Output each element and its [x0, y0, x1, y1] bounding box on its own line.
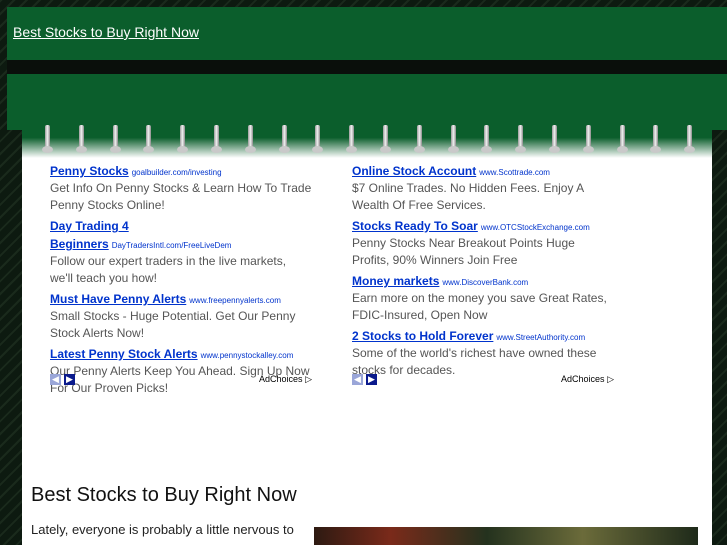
- next-arrow-icon[interactable]: ▶: [64, 374, 75, 385]
- site-header: Best Stocks to Buy Right Now: [7, 7, 727, 60]
- spiral-ring: [549, 125, 560, 153]
- spiral-ring: [244, 125, 256, 153]
- ad-item[interactable]: Online Stock Account www.Scottrade.com $7…: [352, 162, 614, 214]
- ad-nav-left: ◀ ▶ AdChoices ▷: [50, 374, 312, 386]
- ad-nav-right: ◀ ▶ AdChoices ▷: [352, 374, 614, 386]
- ad-title-link[interactable]: Latest Penny Stock Alerts: [50, 347, 198, 361]
- spiral-ring: [582, 125, 594, 153]
- spiral-ring: [143, 125, 155, 153]
- spiral-ring: [515, 125, 527, 153]
- ad-title-link[interactable]: Money markets: [352, 274, 439, 288]
- ad-url[interactable]: www.Scottrade.com: [479, 168, 550, 177]
- spiral-ring: [447, 125, 459, 153]
- ad-item[interactable]: Day Trading 4 Beginners DayTradersIntl.co…: [50, 217, 312, 287]
- spiral-ring: [75, 125, 87, 153]
- prev-arrow-icon[interactable]: ◀: [352, 374, 363, 385]
- ad-title-link[interactable]: Stocks Ready To Soar: [352, 219, 478, 233]
- ad-title-link[interactable]: 2 Stocks to Hold Forever: [352, 329, 493, 343]
- ad-url[interactable]: goalbuilder.com/investing: [132, 168, 222, 177]
- ad-item[interactable]: Latest Penny Stock Alerts www.pennystocka…: [50, 345, 312, 397]
- page-title: Best Stocks to Buy Right Now: [31, 484, 297, 506]
- spiral-ring: [211, 125, 222, 153]
- ad-title-link[interactable]: Penny Stocks: [50, 164, 129, 178]
- site-title-link[interactable]: Best Stocks to Buy Right Now: [13, 24, 199, 40]
- ad-title-link[interactable]: Online Stock Account: [352, 164, 476, 178]
- ad-block-right: Online Stock Account www.Scottrade.com $7…: [352, 162, 614, 382]
- ad-description: Small Stocks - Huge Potential. Get Our P…: [50, 309, 296, 340]
- ad-item[interactable]: Money markets www.DiscoverBank.com Earn m…: [352, 272, 614, 324]
- adchoices-link[interactable]: AdChoices ▷: [561, 374, 614, 385]
- ad-description: Earn more on the money you save Great Ra…: [352, 291, 607, 322]
- ad-url[interactable]: www.StreetAuthority.com: [496, 333, 585, 342]
- header-divider: [7, 60, 727, 74]
- adchoices-link[interactable]: AdChoices ▷: [259, 374, 312, 385]
- ad-url[interactable]: www.DiscoverBank.com: [442, 278, 528, 287]
- spiral-ring: [650, 125, 662, 153]
- ad-url[interactable]: DayTradersIntl.com/FreeLiveDem: [112, 241, 232, 250]
- ad-title-link[interactable]: Must Have Penny Alerts: [50, 292, 186, 306]
- spiral-ring: [346, 125, 358, 153]
- spiral-ring: [42, 125, 53, 153]
- ad-description: Penny Stocks Near Breakout Points Huge P…: [352, 236, 575, 267]
- adchoices-icon: ▷: [607, 374, 614, 384]
- adchoices-icon: ▷: [305, 374, 312, 384]
- spiral-ring: [616, 125, 628, 153]
- ad-item[interactable]: Penny Stocks goalbuilder.com/investing Ge…: [50, 162, 312, 214]
- spiral-ring: [481, 125, 493, 153]
- article-text: Lately, everyone is probably a little ne…: [31, 522, 294, 537]
- spiral-ring: [177, 125, 189, 153]
- prev-arrow-icon[interactable]: ◀: [50, 374, 61, 385]
- ad-item[interactable]: Stocks Ready To Soar www.OTCStockExchange…: [352, 217, 614, 269]
- ad-description: Get Info On Penny Stocks & Learn How To …: [50, 181, 312, 212]
- ad-description: Follow our expert traders in the live ma…: [50, 254, 287, 285]
- spiral-ring: [278, 125, 290, 153]
- next-arrow-icon[interactable]: ▶: [366, 374, 377, 385]
- ad-block-left: Penny Stocks goalbuilder.com/investing Ge…: [50, 162, 312, 400]
- spiral-ring: [380, 125, 391, 153]
- ad-description: $7 Online Trades. No Hidden Fees. Enjoy …: [352, 181, 584, 212]
- ad-item[interactable]: Must Have Penny Alerts www.freepennyalert…: [50, 290, 312, 342]
- ad-item[interactable]: 2 Stocks to Hold Forever www.StreetAuthor…: [352, 327, 614, 379]
- ad-url[interactable]: www.freepennyalerts.com: [189, 296, 281, 305]
- ad-url[interactable]: www.OTCStockExchange.com: [481, 223, 590, 232]
- article-image: [314, 527, 698, 545]
- spiral-ring: [312, 125, 324, 153]
- spiral-ring: [684, 125, 696, 153]
- ad-url[interactable]: www.pennystockalley.com: [201, 351, 294, 360]
- decorative-band: [7, 74, 727, 130]
- spiral-ring: [109, 125, 121, 153]
- spiral-ring: [413, 125, 425, 153]
- grass-edge: [22, 124, 712, 158]
